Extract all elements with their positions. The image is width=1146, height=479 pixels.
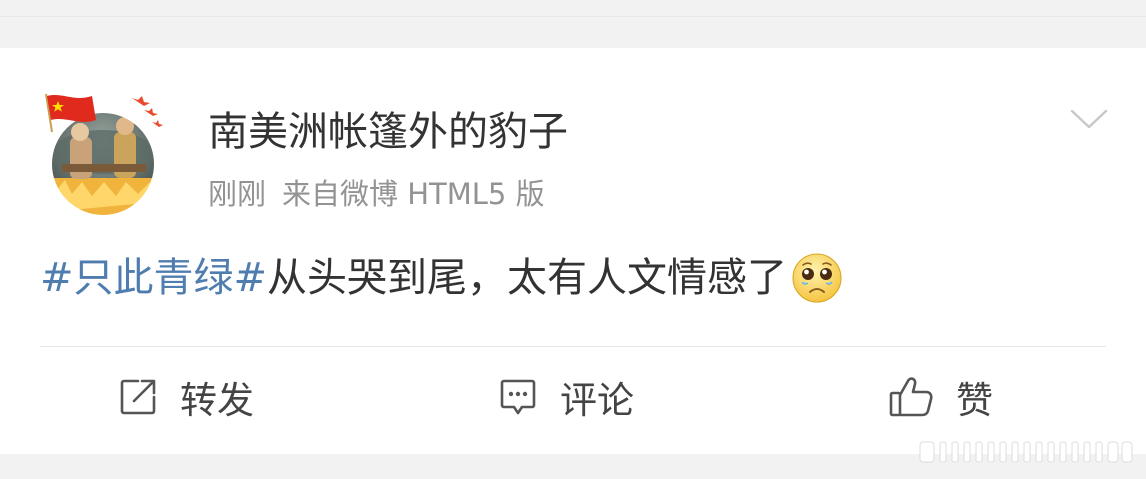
action-divider (40, 346, 1106, 347)
post-time: 刚刚 (208, 177, 267, 211)
faint-divider (0, 16, 1146, 17)
top-separator (0, 0, 1146, 48)
comment-button[interactable]: 评论 (498, 372, 634, 422)
repost-button[interactable]: 转发 (118, 372, 254, 422)
crying-face-icon (792, 253, 842, 303)
username[interactable]: 南美洲帐篷外的豹子 (208, 108, 568, 156)
watermark (919, 441, 1133, 463)
avatar[interactable] (40, 92, 166, 218)
post-body: #只此青绿# 从头哭到尾，太有人文情感了 (40, 252, 843, 304)
repost-icon (120, 379, 156, 415)
like-label: 赞 (956, 379, 993, 422)
chevron-down-icon[interactable] (1068, 104, 1110, 134)
hashtag-link[interactable]: #只此青绿# (40, 252, 267, 304)
post-meta: 刚刚 来自微博 HTML5 版 (208, 176, 545, 212)
thumbs-up-icon (889, 377, 933, 417)
repost-label: 转发 (180, 379, 254, 422)
comment-icon (500, 379, 536, 415)
comment-label: 评论 (560, 379, 634, 422)
post-source: 来自微博 HTML5 版 (282, 177, 545, 211)
post-text: 从头哭到尾，太有人文情感了 (267, 255, 788, 301)
like-button[interactable]: 赞 (888, 372, 993, 422)
